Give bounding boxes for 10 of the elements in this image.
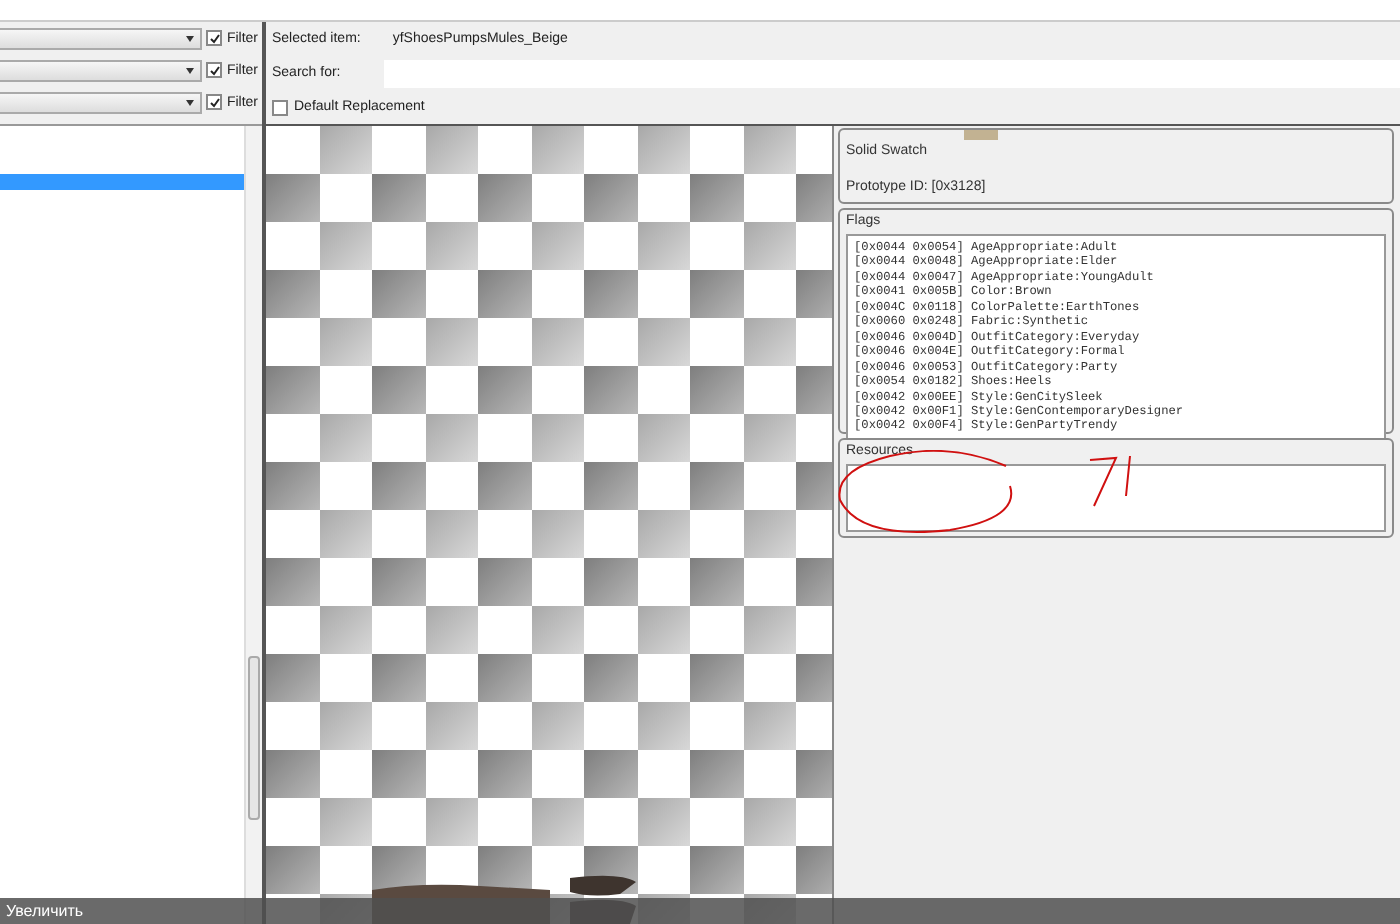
caret-icon: [186, 35, 195, 41]
checkbox[interactable]: [206, 62, 223, 78]
checkbox[interactable]: [206, 30, 223, 46]
checkbox[interactable]: [272, 99, 288, 115]
status-bar: Увеличить: [0, 898, 1400, 924]
scrollbar-thumb[interactable]: [248, 656, 260, 820]
color-swatch: [964, 130, 998, 140]
checkbox[interactable]: [206, 94, 223, 110]
caret-icon: [186, 99, 195, 105]
caret-icon: [186, 67, 195, 73]
